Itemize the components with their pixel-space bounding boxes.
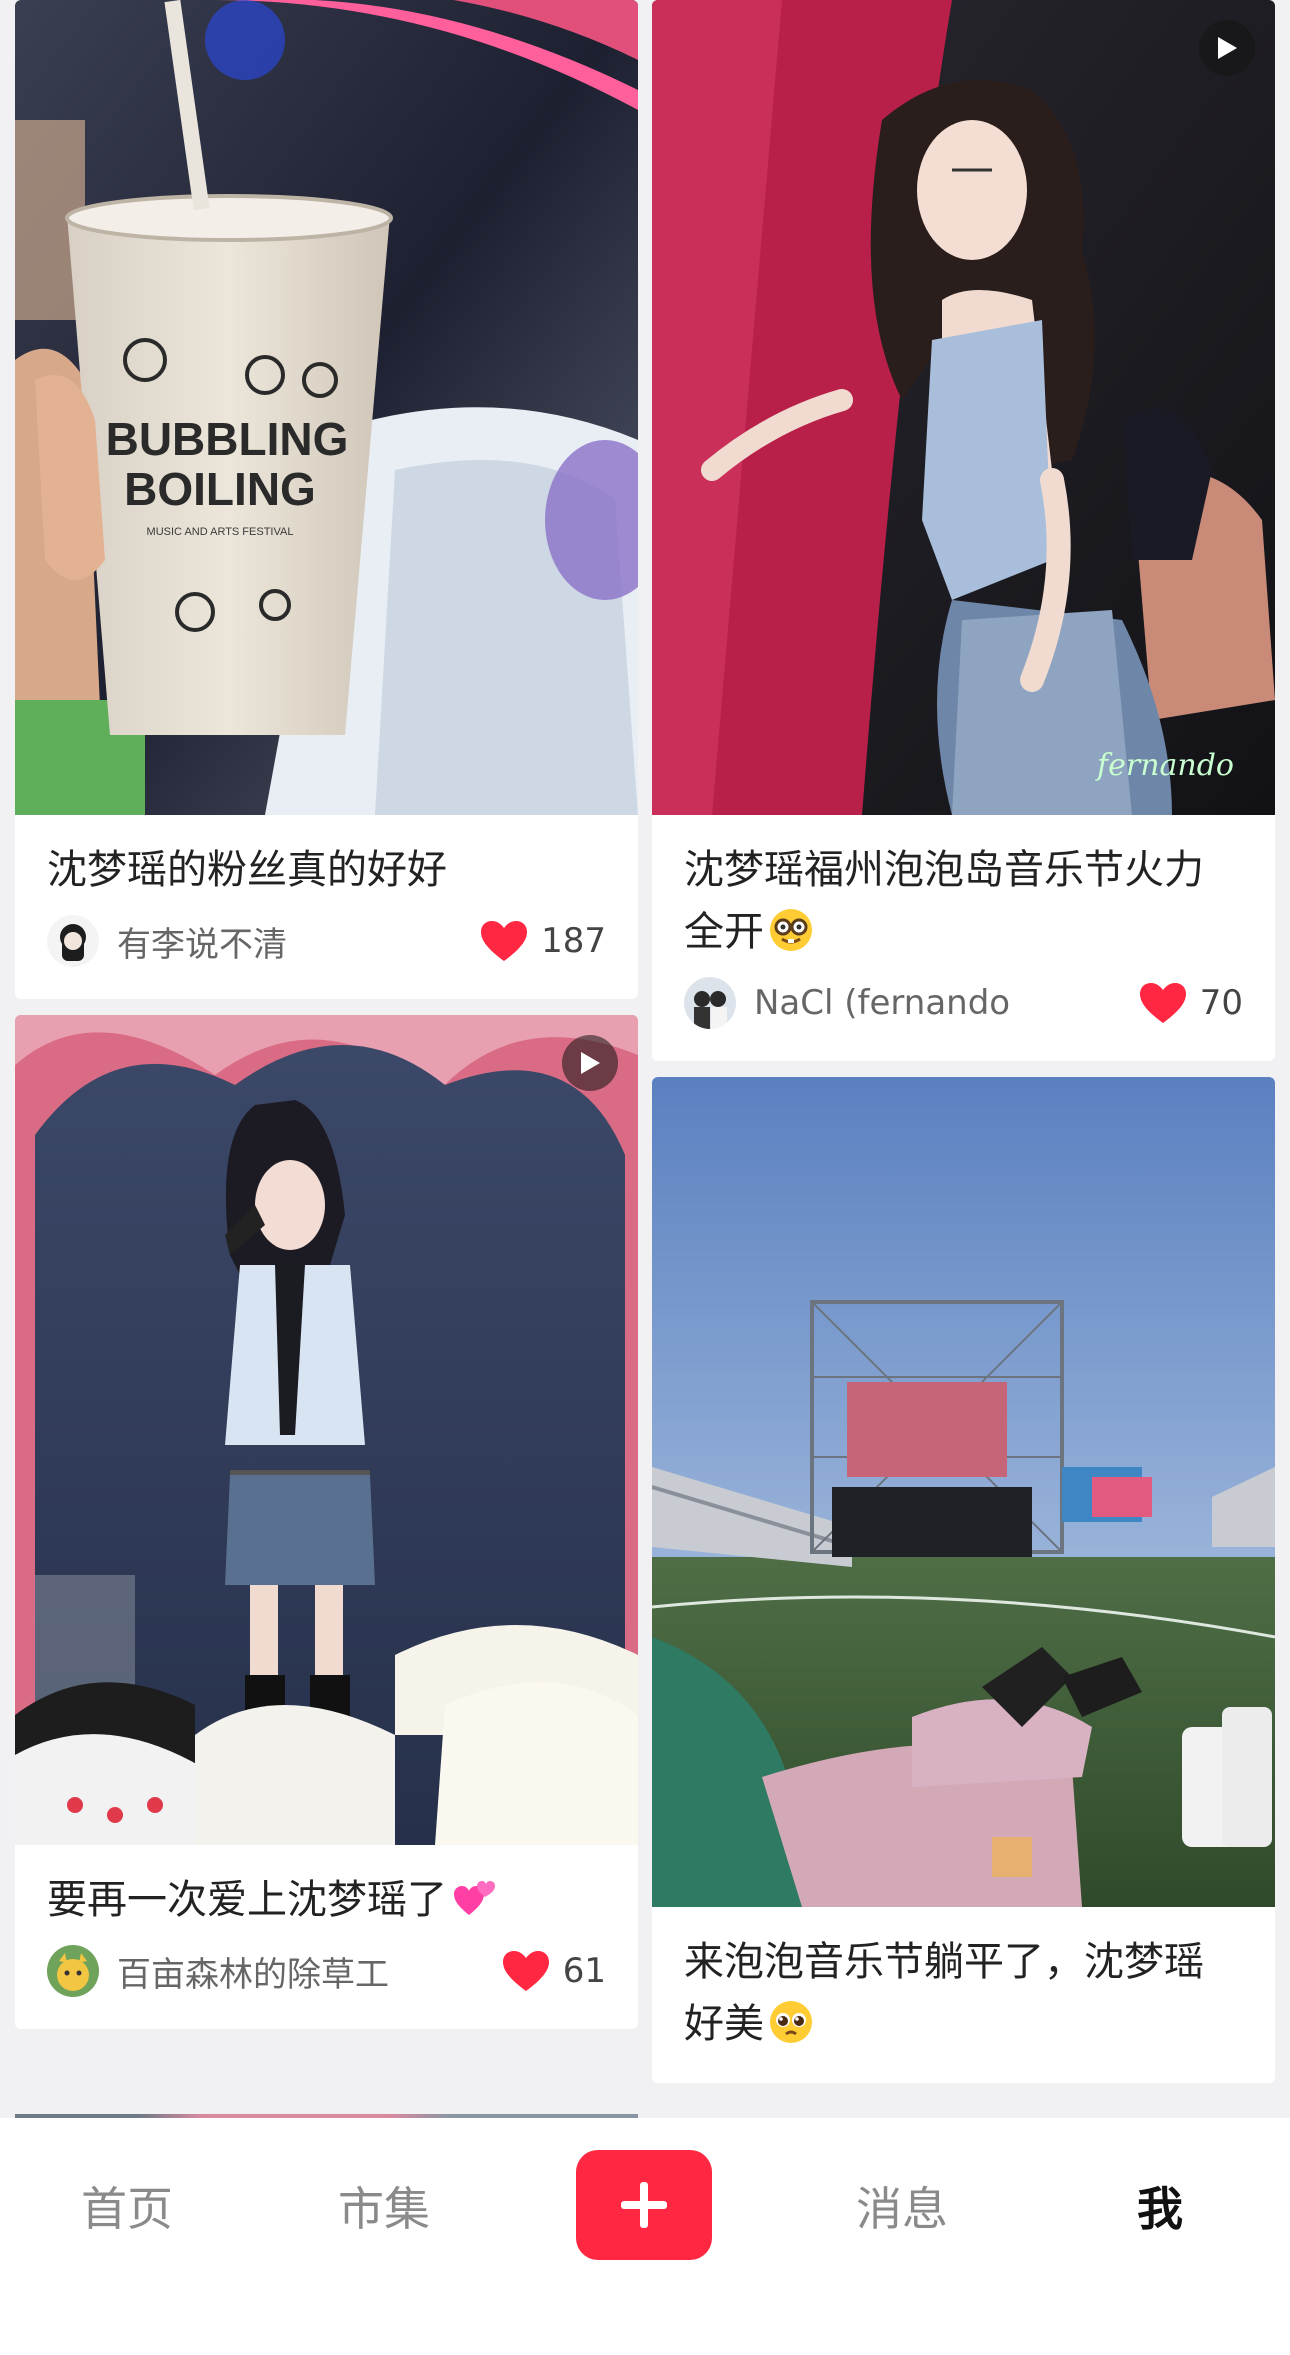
card-cover-image[interactable]: [652, 1077, 1275, 1907]
card-cover-image[interactable]: [15, 1015, 638, 1845]
like-button[interactable]: 61: [501, 1949, 606, 1993]
avatar[interactable]: [47, 1945, 99, 1997]
feed-card[interactable]: BUBBLING BOILING MUSIC AND ARTS FESTIVAL…: [15, 0, 638, 999]
festival-field-photo: [652, 1077, 1275, 1907]
pleading-face-emoji-icon: [770, 2001, 812, 2043]
author-name[interactable]: 有李说不清: [117, 917, 479, 966]
card-cover-image[interactable]: fernando: [652, 0, 1275, 815]
card-meta: NaCl (fernando 70: [684, 973, 1243, 1033]
cup-print-line2: BOILING: [124, 463, 316, 515]
like-count: 61: [562, 1951, 606, 1991]
card-title: 要再一次爱上沈梦瑶了: [47, 1877, 447, 1923]
feed-column-left: BUBBLING BOILING MUSIC AND ARTS FESTIVAL…: [15, 0, 638, 2045]
plus-icon: [621, 2182, 667, 2228]
stage-photo: [15, 1015, 638, 1845]
feed-card[interactable]: fernando 沈梦瑶福州泡泡岛音乐节火力全开 NaCl (fernando …: [652, 0, 1275, 1061]
avatar[interactable]: [684, 977, 736, 1029]
card-title-wrap[interactable]: 要再一次爱上沈梦瑶了: [47, 1869, 606, 1931]
heart-icon: [481, 921, 528, 961]
photo-watermark: fernando: [1095, 748, 1234, 783]
two-hearts-emoji-icon: [454, 1881, 495, 1915]
cup-print-line1: BUBBLING: [106, 413, 349, 465]
like-count: 70: [1199, 983, 1243, 1023]
video-play-icon: [562, 1035, 618, 1091]
feed-card[interactable]: 要再一次爱上沈梦瑶了 百亩森林的除草工 61: [15, 1015, 638, 2029]
publish-button[interactable]: [576, 2150, 712, 2260]
card-cover-image[interactable]: BUBBLING BOILING MUSIC AND ARTS FESTIVAL: [15, 0, 638, 815]
cup-print-line3: MUSIC AND ARTS FESTIVAL: [147, 526, 294, 538]
author-name[interactable]: 百亩森林的除草工: [117, 1947, 501, 1996]
tab-home[interactable]: 首页: [27, 2154, 227, 2264]
card-meta: 有李说不清 187: [47, 911, 606, 971]
like-count: 187: [541, 921, 606, 961]
like-button[interactable]: 70: [1138, 981, 1243, 1025]
heart-icon: [1139, 983, 1186, 1023]
card-title[interactable]: 沈梦瑶的粉丝真的好好: [47, 839, 606, 901]
nerd-face-emoji-icon: [770, 909, 812, 951]
cup-photo: BUBBLING BOILING MUSIC AND ARTS FESTIVAL: [15, 0, 638, 815]
avatar[interactable]: [47, 915, 99, 967]
feed-card[interactable]: 来泡泡音乐节躺平了，沈梦瑶好美: [652, 1077, 1275, 2083]
card-title-wrap[interactable]: 来泡泡音乐节躺平了，沈梦瑶好美: [684, 1931, 1243, 2055]
card-title-wrap[interactable]: 沈梦瑶福州泡泡岛音乐节火力全开: [684, 839, 1243, 963]
tab-me[interactable]: 我: [1060, 2154, 1260, 2264]
video-play-icon: [1199, 20, 1255, 76]
author-name[interactable]: NaCl (fernando: [754, 983, 1138, 1023]
card-title: 沈梦瑶福州泡泡岛音乐节火力全开: [684, 847, 1204, 955]
tab-market[interactable]: 市集: [284, 2154, 484, 2264]
like-button[interactable]: 187: [479, 919, 606, 963]
tab-messages[interactable]: 消息: [802, 2154, 1002, 2264]
feed-column-right: fernando 沈梦瑶福州泡泡岛音乐节火力全开 NaCl (fernando …: [652, 0, 1275, 2099]
card-meta: 百亩森林的除草工 61: [47, 1941, 606, 2001]
card-title: 来泡泡音乐节躺平了，沈梦瑶好美: [684, 1939, 1204, 2047]
heart-icon: [502, 1951, 549, 1991]
bottom-tab-bar: 首页 市集 消息 我: [0, 2118, 1290, 2355]
performer-photo: fernando: [652, 0, 1275, 815]
